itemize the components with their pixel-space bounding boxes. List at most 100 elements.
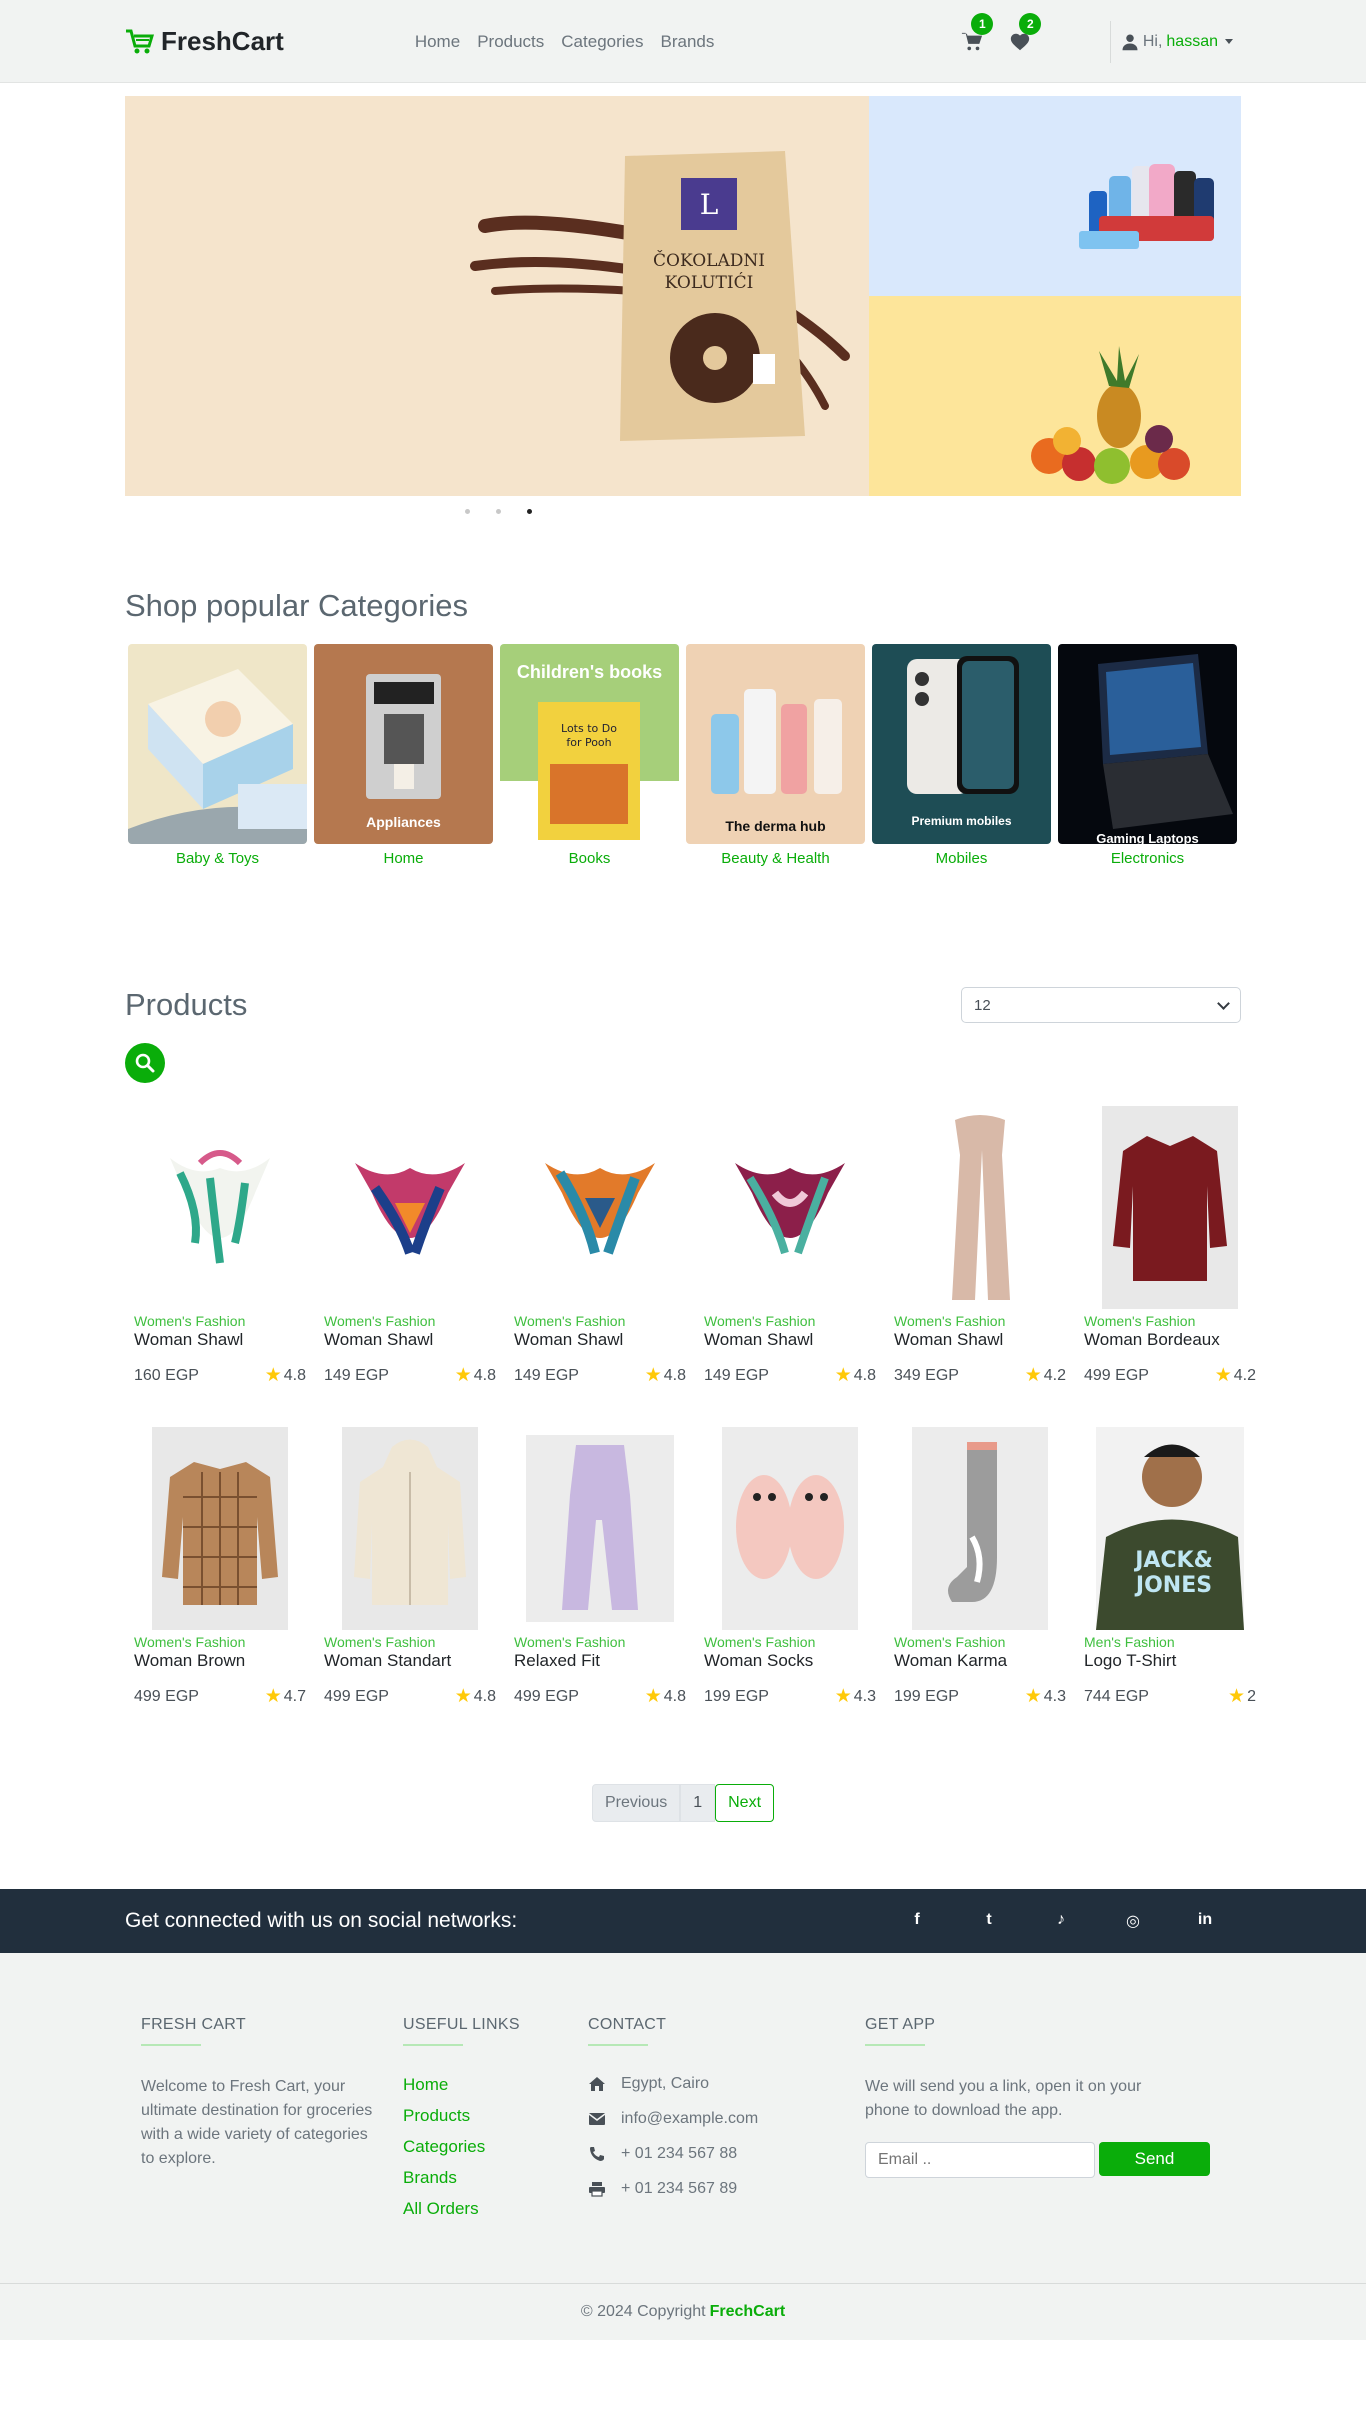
footer-link-products[interactable]: Products: [403, 2106, 588, 2126]
previous-page-button[interactable]: Previous: [591, 1784, 681, 1822]
slider-dot-active[interactable]: [527, 508, 532, 514]
email-field[interactable]: [865, 2142, 1095, 2178]
product-rating: ★ 4.2: [1215, 1366, 1256, 1385]
category-card[interactable]: Premium mobiles Mobiles: [872, 644, 1051, 867]
product-category: Women's Fashion: [324, 1634, 436, 1650]
product-name[interactable]: Woman Socks: [704, 1651, 876, 1671]
product-card[interactable]: JACK& JONES Men's Fashion Logo T-Shirt 74…: [1075, 1427, 1265, 1706]
category-name[interactable]: Baby & Toys: [128, 850, 307, 867]
phone-icon: [590, 2147, 604, 2161]
nav-categories[interactable]: Categories: [561, 32, 643, 52]
product-card[interactable]: Women's Fashion Relaxed Fit 499 EGP ★ 4.8: [505, 1427, 695, 1706]
brand-name: FreshCart: [161, 26, 284, 56]
category-name[interactable]: Mobiles: [872, 850, 1051, 867]
nav-products[interactable]: Products: [477, 32, 544, 52]
contact-email-text[interactable]: info@example.com: [621, 2110, 758, 2128]
envelope-icon: [588, 2113, 606, 2125]
product-category: Women's Fashion: [704, 1313, 816, 1329]
product-price: 499 EGP: [134, 1687, 199, 1705]
category-name[interactable]: Electronics: [1058, 850, 1237, 867]
category-card[interactable]: Lots to Do for Pooh Children's books Book…: [500, 644, 679, 867]
hero-main-slide[interactable]: L ČOKOLADNI KOLUTIĆI: [125, 96, 869, 496]
slider-dot[interactable]: [496, 508, 501, 514]
cart-logo-icon: [126, 29, 155, 53]
category-card[interactable]: The derma hub Beauty & Health: [686, 644, 865, 867]
footer-about-title: FRESH CART: [141, 2016, 246, 2033]
product-card[interactable]: Women's Fashion Woman Brown 499 EGP ★ 4.7: [125, 1427, 315, 1706]
product-name[interactable]: Woman Shawl: [134, 1330, 306, 1350]
facebook-icon[interactable]: f: [907, 1911, 927, 1931]
category-name[interactable]: Beauty & Health: [686, 850, 865, 867]
product-name[interactable]: Woman Shawl: [704, 1330, 876, 1350]
brand-logo[interactable]: FreshCart: [125, 26, 284, 57]
wishlist-button[interactable]: 2: [1007, 12, 1042, 55]
product-card[interactable]: Women's Fashion Woman Karma 199 EGP ★ 4.3: [885, 1427, 1075, 1706]
category-card[interactable]: Appliances Home: [314, 644, 493, 867]
product-name[interactable]: Woman Brown: [134, 1651, 306, 1671]
footer-link-all-orders[interactable]: All Orders: [403, 2199, 588, 2219]
footer-links: USEFUL LINKS Home Products Categories Br…: [403, 2016, 588, 2230]
user-menu[interactable]: Hi, hassan: [1109, 20, 1233, 63]
instagram-icon[interactable]: ◎: [1123, 1911, 1143, 1931]
nav-brands[interactable]: Brands: [661, 32, 715, 52]
product-image: [704, 1106, 876, 1309]
product-name[interactable]: Woman Shawl: [514, 1330, 686, 1350]
divider: [141, 2044, 201, 2046]
star-icon: ★: [1214, 1365, 1232, 1386]
product-rating: ★ 4.8: [835, 1366, 876, 1385]
product-card[interactable]: Women's Fashion Woman Bordeaux 499 EGP ★ 4…: [1075, 1106, 1265, 1385]
category-overlay-text: Appliances: [366, 814, 441, 830]
tiktok-icon[interactable]: ♪: [1051, 1911, 1071, 1931]
category-image-books: Lots to Do for Pooh Children's books: [500, 644, 679, 844]
category-image-appliances: Appliances: [314, 644, 493, 844]
product-card[interactable]: Women's Fashion Woman Shawl 149 EGP ★ 4.8: [315, 1106, 505, 1385]
products-title: Products: [125, 987, 248, 1022]
product-category: Men's Fashion: [1084, 1634, 1175, 1650]
footer-link-brands[interactable]: Brands: [403, 2168, 588, 2188]
product-card[interactable]: Women's Fashion Woman Shawl 149 EGP ★ 4.8: [505, 1106, 695, 1385]
product-name[interactable]: Relaxed Fit: [514, 1651, 686, 1671]
nav-home[interactable]: Home: [415, 32, 460, 52]
category-card[interactable]: Baby & Toys: [128, 644, 307, 867]
search-button[interactable]: [125, 1043, 165, 1083]
category-image-baby: [128, 644, 307, 844]
product-name[interactable]: Woman Shawl: [324, 1330, 496, 1350]
product-card[interactable]: Women's Fashion Woman Shawl 149 EGP ★ 4.8: [695, 1106, 885, 1385]
product-name[interactable]: Woman Karma: [894, 1651, 1066, 1671]
product-card[interactable]: Women's Fashion Woman Shawl 349 EGP ★ 4.2: [885, 1106, 1075, 1385]
social-icons: f t ♪ ◎ in: [907, 1911, 1215, 1931]
product-name[interactable]: Woman Standart: [324, 1651, 496, 1671]
footer: FRESH CART Welcome to Fresh Cart, your u…: [0, 1953, 1366, 2284]
contact-address: Egypt, Cairo: [588, 2075, 865, 2093]
product-name[interactable]: Logo T-Shirt: [1084, 1651, 1256, 1671]
footer-about: FRESH CART Welcome to Fresh Cart, your u…: [125, 2016, 403, 2230]
category-overlay-text: The derma hub: [725, 818, 826, 834]
copyright-brand[interactable]: FrechCart: [710, 2303, 786, 2321]
wishlist-count-badge: 2: [1019, 12, 1042, 35]
category-name[interactable]: Books: [500, 850, 679, 867]
footer-link-categories[interactable]: Categories: [403, 2137, 588, 2157]
product-card[interactable]: Women's Fashion Woman Shawl 160 EGP ★ 4.8: [125, 1106, 315, 1385]
send-button[interactable]: Send: [1099, 2142, 1210, 2176]
fruits-banner[interactable]: [869, 296, 1241, 496]
product-card[interactable]: Women's Fashion Woman Standart 499 EGP ★ 4…: [315, 1427, 505, 1706]
linkedin-icon[interactable]: in: [1195, 1911, 1215, 1931]
category-name[interactable]: Home: [314, 850, 493, 867]
category-card[interactable]: Gaming Laptops Electronics: [1058, 644, 1237, 867]
product-name[interactable]: Woman Bordeaux: [1084, 1330, 1256, 1350]
product-price: 499 EGP: [514, 1687, 579, 1705]
product-name[interactable]: Woman Shawl: [894, 1330, 1066, 1350]
page-size-select[interactable]: 12: [961, 987, 1241, 1023]
page-number-button[interactable]: 1: [680, 1784, 716, 1822]
twitter-icon[interactable]: t: [979, 1911, 999, 1931]
cart-button[interactable]: 1: [959, 12, 994, 55]
product-price: 349 EGP: [894, 1366, 959, 1384]
footer-link-home[interactable]: Home: [403, 2075, 588, 2095]
product-card[interactable]: Women's Fashion Woman Socks 199 EGP ★ 4.3: [695, 1427, 885, 1706]
next-page-button[interactable]: Next: [715, 1784, 775, 1822]
rating-value: 4.7: [283, 1687, 306, 1705]
navbar: FreshCart Home Products Categories Brand…: [0, 0, 1366, 83]
category-image-beauty: The derma hub: [686, 644, 865, 844]
slider-dot[interactable]: [465, 508, 470, 514]
personal-care-banner[interactable]: [869, 96, 1241, 296]
